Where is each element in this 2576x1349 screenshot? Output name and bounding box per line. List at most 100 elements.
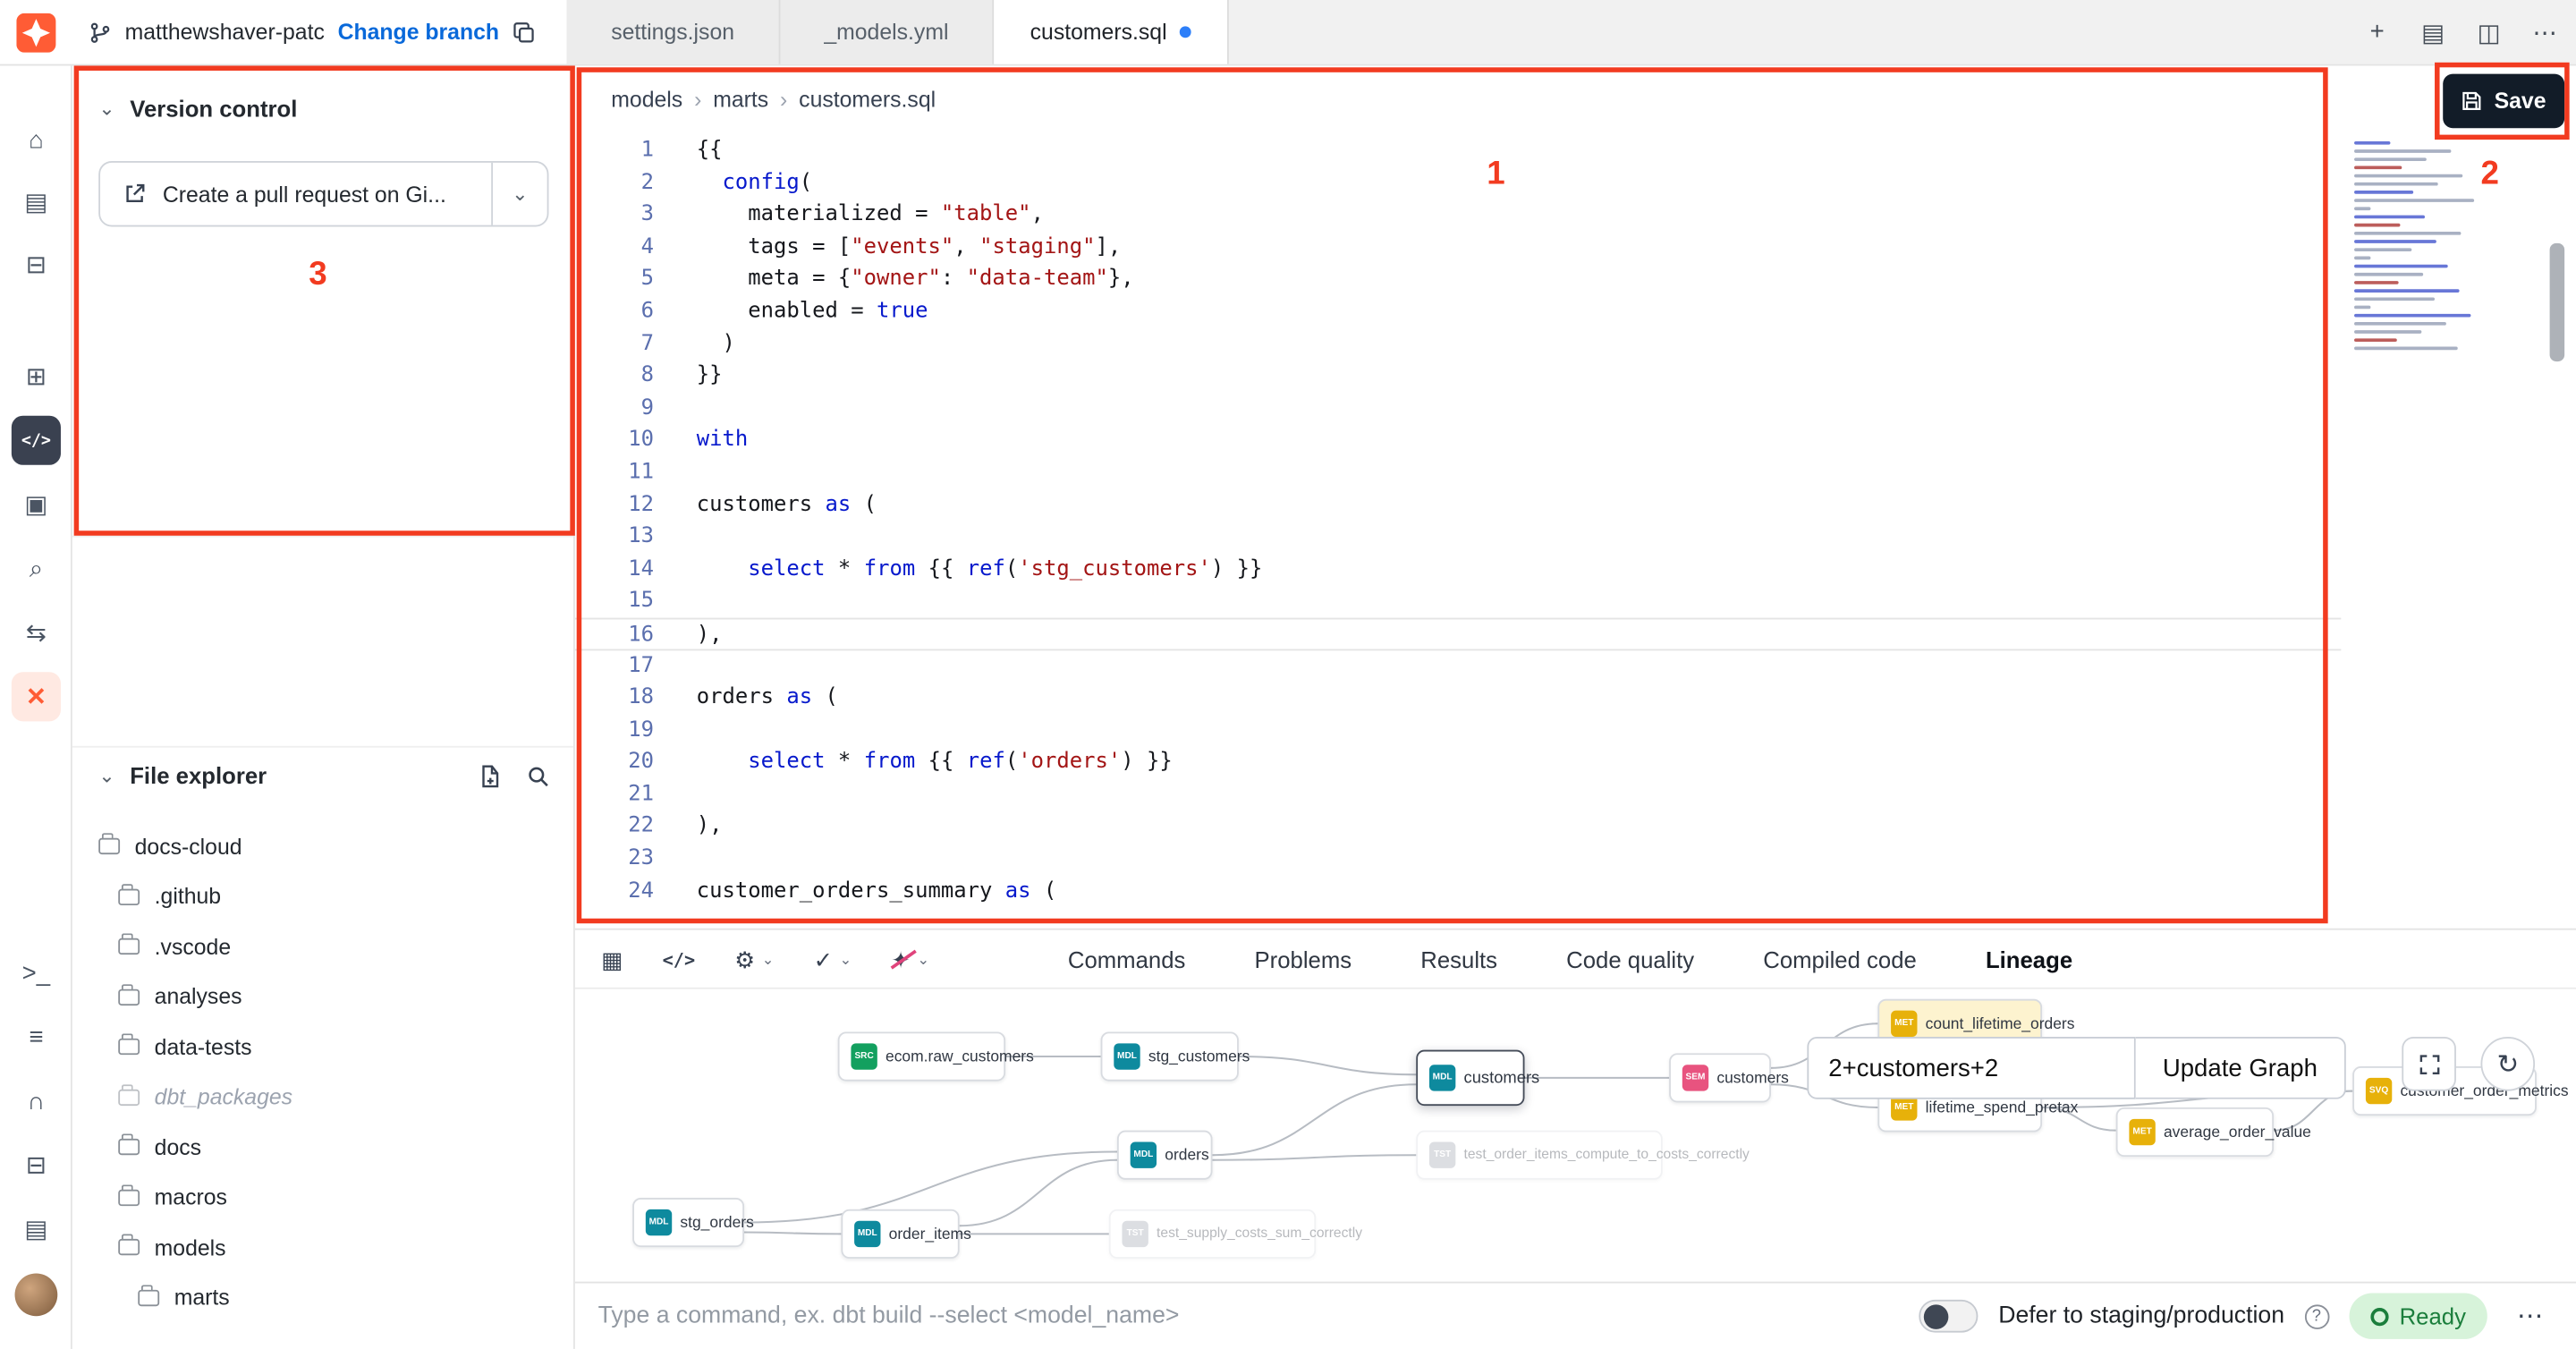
code-line[interactable]: 12customers as ( [575,488,2341,521]
code-line[interactable]: 19 [575,714,2341,746]
code-line[interactable]: 24customer_orders_summary as ( [575,875,2341,907]
lineage-node-customers[interactable]: SEMcustomers [1669,1053,1771,1102]
code-line[interactable]: 15 [575,585,2341,617]
package-icon[interactable]: ▣ [12,479,61,529]
terminal-icon[interactable]: >_ [12,948,61,997]
lineage-node-average_order_value[interactable]: METaverage_order_value [2116,1107,2274,1157]
file-item-data-tests[interactable]: data-tests [72,1022,573,1071]
code-line[interactable]: 4 tags = ["events", "staging"], [575,232,2341,264]
file-item-docs-cloud[interactable]: docs-cloud [72,821,573,870]
file-item-docs[interactable]: docs [72,1122,573,1171]
home-icon[interactable]: ⌂ [12,115,61,165]
code-line[interactable]: 8}} [575,361,2341,393]
bottom-tab-results[interactable]: Results [1420,946,1497,972]
build-icon[interactable]: ⚙⌄ [734,946,774,973]
file-item-macros[interactable]: macros [72,1173,573,1222]
copy-branch-icon[interactable] [513,21,536,44]
tab-settings-json[interactable]: settings.json [567,0,781,64]
lineage-node-customers[interactable]: MDLcustomers [1416,1050,1524,1106]
code-line[interactable]: 9 [575,393,2341,425]
bottom-tab-compiled-code[interactable]: Compiled code [1763,946,1917,972]
lineage-node-test_order_items_compute_to_costs_correctly[interactable]: TSTtest_order_items_compute_to_costs_cor… [1416,1131,1663,1180]
fullscreen-button[interactable] [2402,1037,2456,1091]
defer-toggle[interactable] [1919,1300,1979,1333]
breadcrumb-marts[interactable]: marts [713,87,768,112]
lineage-node-ecom.raw_customers[interactable]: SRCecom.raw_customers [838,1031,1005,1081]
bottom-tab-code-quality[interactable]: Code quality [1566,946,1694,972]
dbt-cloud-icon[interactable]: ✕ [12,672,61,721]
pr-dropdown-caret[interactable]: ⌄ [491,163,547,225]
file-item-analyses[interactable]: analyses [72,971,573,1021]
code-preview-icon[interactable]: </> [663,949,696,971]
support-icon[interactable]: ∩ [12,1076,61,1125]
code-line[interactable]: 22), [575,810,2341,843]
refresh-graph-button[interactable]: ↻ [2480,1037,2535,1091]
command-input[interactable] [598,1303,1920,1329]
file-explorer-header[interactable]: ⌄ File explorer [98,754,550,797]
docs-book-icon[interactable]: ▤ [12,1204,61,1253]
code-line[interactable]: 17 [575,649,2341,682]
help-icon[interactable]: ? [2304,1303,2329,1328]
bottom-tab-lineage[interactable]: Lineage [1986,946,2072,972]
code-editor[interactable]: models › marts › customers.sql 1{{2 conf… [575,65,2341,928]
save-button[interactable]: Save [2443,74,2564,129]
code-line[interactable]: 7 ) [575,328,2341,361]
lineage-node-stg_orders[interactable]: MDLstg_orders [632,1198,744,1247]
lineage-selector-input[interactable]: 2+customers+2 [1807,1037,2135,1099]
lineage-node-orders[interactable]: MDLorders [1117,1131,1213,1180]
code-line[interactable]: 10with [575,425,2341,457]
test-icon[interactable]: ✓⌄ [814,946,852,973]
search-icon[interactable] [526,763,551,788]
lineage-node-stg_customers[interactable]: MDLstg_customers [1101,1031,1239,1081]
overflow-menu-icon[interactable]: ⋯ [2507,1300,2553,1333]
overflow-menu-icon[interactable]: ⋯ [2530,17,2560,47]
search-code-icon[interactable]: ⌕ [12,544,61,593]
apps-grid-icon[interactable]: ⊞ [12,352,61,401]
file-item-marts[interactable]: marts [72,1273,573,1322]
new-file-icon[interactable] [478,763,503,788]
status-badge[interactable]: Ready [2349,1294,2487,1339]
file-item-models[interactable]: models [72,1223,573,1272]
compare-icon[interactable]: ⇆ [12,608,61,658]
code-line[interactable]: 6 enabled = true [575,296,2341,328]
lint-fix-icon[interactable]: ✦⌄ [891,946,929,973]
change-branch-link[interactable]: Change branch [338,20,499,45]
results-table-icon[interactable]: ▦ [601,946,623,973]
create-pr-button[interactable]: Create a pull request on Gi... ⌄ [98,161,548,226]
checklist-icon[interactable]: ≡ [12,1012,61,1061]
file-item-dbt_packages[interactable]: dbt_packages [72,1072,573,1121]
breadcrumb-file[interactable]: customers.sql [799,87,936,112]
user-avatar[interactable] [15,1273,58,1316]
code-line[interactable]: 23 [575,843,2341,875]
add-tab-icon[interactable]: + [2362,18,2392,46]
code-line[interactable]: 1{{ [575,135,2341,167]
bottom-tab-problems[interactable]: Problems [1255,946,1352,972]
database-icon[interactable]: ⊟ [12,1141,61,1190]
tab-models-yml[interactable]: _models.yml [780,0,994,64]
code-line[interactable]: 3 materialized = "table", [575,199,2341,232]
code-line[interactable]: 16), [575,617,2341,649]
split-panel-icon[interactable]: ◫ [2474,17,2504,47]
panel-list-icon[interactable]: ▤ [2419,17,2448,47]
file-item-.vscode[interactable]: .vscode [72,921,573,971]
code-line[interactable]: 11 [575,456,2341,488]
code-editor-icon[interactable]: </> [12,416,61,465]
editor-scrollbar[interactable] [2550,243,2565,361]
version-control-header[interactable]: ⌄ Version control [98,89,297,128]
update-graph-button[interactable]: Update Graph [2136,1037,2346,1099]
warehouse-icon[interactable]: ⊟ [12,240,61,289]
code-line[interactable]: 20 select * from {{ ref('orders') }} [575,746,2341,778]
tab-customers-sql[interactable]: customers.sql [994,0,1229,64]
lineage-graph[interactable]: 2+customers+2 Update Graph ↻ SRCecom.raw… [575,989,2576,1282]
lineage-node-test_supply_costs_sum_correctly[interactable]: TSTtest_supply_costs_sum_correctly [1109,1209,1316,1259]
lineage-node-order_items[interactable]: MDLorder_items [841,1209,959,1259]
minimap[interactable] [2354,141,2489,358]
notebook-icon[interactable]: ▤ [12,177,61,226]
code-line[interactable]: 21 [575,778,2341,810]
code-line[interactable]: 18orders as ( [575,682,2341,714]
breadcrumb-models[interactable]: models [611,87,682,112]
code-line[interactable]: 14 select * from {{ ref('stg_customers')… [575,553,2341,585]
code-lines[interactable]: 1{{2 config(3 materialized = "table",4 t… [575,135,2341,908]
code-line[interactable]: 13 [575,521,2341,553]
code-line[interactable]: 2 config( [575,167,2341,199]
